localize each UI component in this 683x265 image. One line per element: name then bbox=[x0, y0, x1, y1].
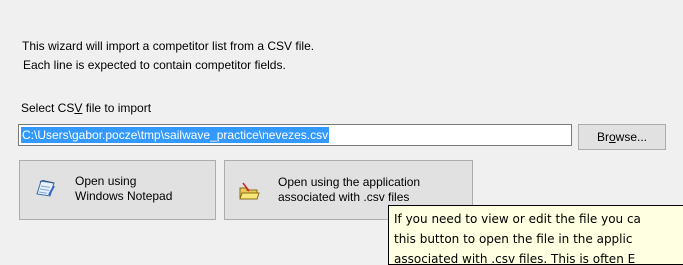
notepad-icon bbox=[35, 179, 57, 199]
open-with-notepad-label: Open using Windows Notepad bbox=[75, 174, 173, 203]
tooltip-line-3: associated with .csv files. This is ofte… bbox=[394, 252, 636, 265]
open-with-notepad-button[interactable]: Open using Windows Notepad bbox=[19, 160, 216, 220]
intro-text-line-2: Each line is expected to contain competi… bbox=[23, 58, 286, 72]
open-folder-icon bbox=[238, 182, 260, 202]
csv-file-path-value: C:\Users\gabor.pocze\tmp\sailwave_practi… bbox=[21, 127, 330, 143]
csv-file-path-input[interactable]: C:\Users\gabor.pocze\tmp\sailwave_practi… bbox=[18, 124, 572, 146]
browse-button[interactable]: Browse... bbox=[578, 124, 666, 150]
tooltip-line-1: If you need to view or edit the file you… bbox=[394, 212, 641, 226]
tooltip-line-2: this button to open the file in the appl… bbox=[394, 232, 633, 246]
tooltip-popup: If you need to view or edit the file you… bbox=[388, 205, 683, 265]
open-with-associated-app-label: Open using the application associated wi… bbox=[278, 175, 421, 204]
select-file-label: Select CSV file to import bbox=[21, 101, 152, 115]
intro-text-line-1: This wizard will import a competitor lis… bbox=[22, 39, 315, 53]
